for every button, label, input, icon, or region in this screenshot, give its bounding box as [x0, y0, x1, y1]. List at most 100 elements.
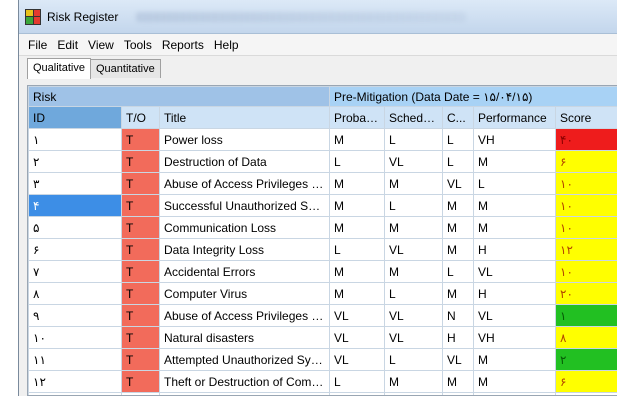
cell-score[interactable]: ۶ — [554, 370, 617, 393]
cell-schedule[interactable]: L — [384, 128, 443, 151]
cell-score[interactable]: ۶ — [554, 150, 617, 173]
menu-tools[interactable]: Tools — [119, 38, 157, 52]
empty-cell[interactable] — [442, 392, 474, 395]
cell-id[interactable]: ۸ — [28, 282, 122, 305]
cell-performance[interactable]: M — [473, 150, 556, 173]
cell-cost[interactable]: L — [442, 260, 474, 283]
cell-probability[interactable]: M — [329, 172, 385, 195]
cell-title[interactable]: Successful Unauthorized Syste... — [159, 194, 330, 217]
cell-performance[interactable]: VH — [473, 128, 556, 151]
cell-to[interactable]: T — [121, 238, 160, 261]
cell-probability[interactable]: M — [329, 282, 385, 305]
cell-title[interactable]: Destruction of Data — [159, 150, 330, 173]
column-header-score[interactable]: Score — [554, 106, 617, 129]
empty-row[interactable] — [28, 392, 617, 395]
cell-probability[interactable]: L — [329, 150, 385, 173]
cell-schedule[interactable]: VL — [384, 238, 443, 261]
cell-probability[interactable]: VL — [329, 304, 385, 327]
cell-to[interactable]: T — [121, 326, 160, 349]
cell-performance[interactable]: VL — [473, 304, 556, 327]
cell-performance[interactable]: M — [473, 216, 556, 239]
cell-title[interactable]: Power loss — [159, 128, 330, 151]
column-header-id[interactable]: ID — [28, 106, 122, 129]
cell-title[interactable]: Computer Virus — [159, 282, 330, 305]
table-row[interactable]: ۸ T Computer Virus M L M H ۲۰ — [28, 282, 617, 305]
cell-cost[interactable]: M — [442, 194, 474, 217]
cell-schedule[interactable]: L — [384, 194, 443, 217]
cell-schedule[interactable]: M — [384, 260, 443, 283]
cell-probability[interactable]: VL — [329, 326, 385, 349]
cell-schedule[interactable]: VL — [384, 150, 443, 173]
cell-to[interactable]: T — [121, 348, 160, 371]
empty-cell[interactable] — [121, 392, 160, 395]
cell-performance[interactable]: VH — [473, 326, 556, 349]
table-row[interactable]: ۱۰ T Natural disasters VL VL H VH ۸ — [28, 326, 617, 349]
cell-score[interactable]: ۲۰ — [554, 282, 617, 305]
cell-title[interactable]: Accidental Errors — [159, 260, 330, 283]
table-row[interactable]: ۹ T Abuse of Access Privileges by E... VL VL… — [28, 304, 617, 327]
cell-title[interactable]: Natural disasters — [159, 326, 330, 349]
cell-cost[interactable]: VL — [442, 172, 474, 195]
cell-performance[interactable]: M — [473, 370, 556, 393]
table-row[interactable]: ۲ T Destruction of Data L VL L M ۶ — [28, 150, 617, 173]
cell-cost[interactable]: L — [442, 128, 474, 151]
menu-help[interactable]: Help — [209, 38, 244, 52]
table-row[interactable]: ۱ T Power loss M L L VH ۴۰ — [28, 128, 617, 151]
cell-to[interactable]: T — [121, 150, 160, 173]
empty-cell[interactable] — [384, 392, 443, 395]
cell-performance[interactable]: VL — [473, 260, 556, 283]
cell-performance[interactable]: M — [473, 194, 556, 217]
empty-cell[interactable] — [473, 392, 556, 395]
cell-to[interactable]: T — [121, 260, 160, 283]
cell-id[interactable]: ۷ — [28, 260, 122, 283]
menu-edit[interactable]: Edit — [52, 38, 83, 52]
cell-to[interactable]: T — [121, 282, 160, 305]
table-row[interactable]: ۷ T Accidental Errors M M L VL ۱۰ — [28, 260, 617, 283]
cell-score[interactable]: ۱۰ — [554, 172, 617, 195]
cell-score[interactable]: ۴۰ — [554, 128, 617, 151]
cell-probability[interactable]: M — [329, 260, 385, 283]
table-row[interactable]: ۱۱ T Attempted Unauthorized Syste... VL L VL M… — [28, 348, 617, 371]
cell-id[interactable]: ۱۱ — [28, 348, 122, 371]
cell-score[interactable]: ۲ — [554, 348, 617, 371]
tab-qualitative[interactable]: Qualitative — [27, 58, 91, 79]
cell-to[interactable]: T — [121, 216, 160, 239]
table-row[interactable]: ۱۲ T Theft or Destruction of Compu... L M M M ۶ — [28, 370, 617, 393]
cell-schedule[interactable]: VL — [384, 326, 443, 349]
cell-to[interactable]: T — [121, 194, 160, 217]
cell-performance[interactable]: M — [473, 348, 556, 371]
table-row[interactable]: ۴ T Successful Unauthorized Syste... M L M M ۱۰ — [28, 194, 617, 217]
empty-cell[interactable] — [159, 392, 330, 395]
cell-probability[interactable]: L — [329, 370, 385, 393]
cell-id[interactable]: ۲ — [28, 150, 122, 173]
cell-schedule[interactable]: L — [384, 348, 443, 371]
tab-quantitative[interactable]: Quantitative — [89, 59, 161, 78]
cell-score[interactable]: ۱۰ — [554, 260, 617, 283]
cell-title[interactable]: Data Integrity Loss — [159, 238, 330, 261]
column-header-to[interactable]: T/O — [121, 106, 160, 129]
cell-title[interactable]: Abuse of Access Privileges by ... — [159, 172, 330, 195]
cell-score[interactable]: ۱۲ — [554, 238, 617, 261]
cell-score[interactable]: ۸ — [554, 326, 617, 349]
cell-to[interactable]: T — [121, 370, 160, 393]
table-row[interactable]: ۶ T Data Integrity Loss L VL M H ۱۲ — [28, 238, 617, 261]
cell-title[interactable]: Attempted Unauthorized Syste... — [159, 348, 330, 371]
empty-cell[interactable] — [28, 392, 122, 395]
menu-view[interactable]: View — [83, 38, 119, 52]
cell-title[interactable]: Theft or Destruction of Compu... — [159, 370, 330, 393]
cell-performance[interactable]: L — [473, 172, 556, 195]
cell-id[interactable]: ۱۰ — [28, 326, 122, 349]
cell-id[interactable]: ۵ — [28, 216, 122, 239]
empty-cell[interactable] — [554, 392, 617, 395]
cell-cost[interactable]: N — [442, 304, 474, 327]
cell-cost[interactable]: M — [442, 238, 474, 261]
cell-schedule[interactable]: VL — [384, 304, 443, 327]
table-row[interactable]: ۳ T Abuse of Access Privileges by ... M M VL L… — [28, 172, 617, 195]
cell-performance[interactable]: H — [473, 282, 556, 305]
cell-id[interactable]: ۳ — [28, 172, 122, 195]
column-header-probability[interactable]: Probability — [329, 106, 385, 129]
column-header-performance[interactable]: Performance — [473, 106, 556, 129]
cell-schedule[interactable]: M — [384, 216, 443, 239]
cell-title[interactable]: Communication Loss — [159, 216, 330, 239]
cell-probability[interactable]: VL — [329, 348, 385, 371]
